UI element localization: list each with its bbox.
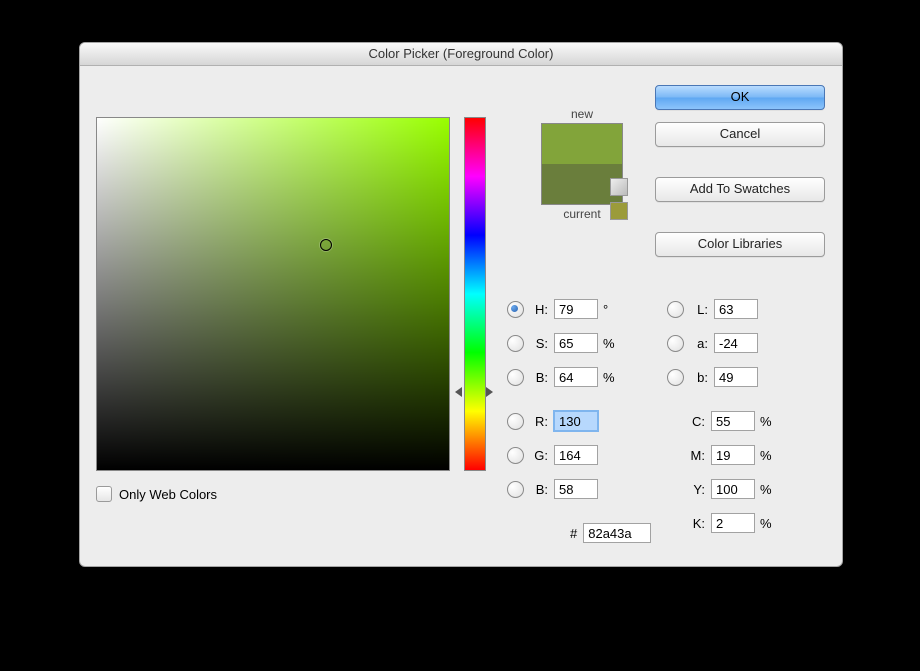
input-hex[interactable] xyxy=(583,523,651,543)
row-r: R: xyxy=(507,408,617,434)
sb-base xyxy=(97,118,449,470)
label-y: Y: xyxy=(687,482,705,497)
label-r: R: xyxy=(530,414,548,429)
color-picker-dialog: Color Picker (Foreground Color) new curr… xyxy=(79,42,843,567)
row-g: G: xyxy=(507,442,617,468)
radio-l[interactable] xyxy=(667,301,684,318)
only-web-colors-checkbox[interactable] xyxy=(96,486,112,502)
preview-mini-icons xyxy=(610,178,630,226)
color-preview: new current xyxy=(507,107,657,221)
unit-m: % xyxy=(760,448,774,463)
sb-cursor[interactable] xyxy=(320,239,332,251)
row-rgb-b: B: xyxy=(507,476,617,502)
titlebar: Color Picker (Foreground Color) xyxy=(80,43,842,66)
row-hex: # xyxy=(507,520,651,546)
label-s: S: xyxy=(530,336,548,351)
row-lab-b: b: xyxy=(667,364,758,390)
input-l[interactable] xyxy=(714,299,758,319)
row-m: M: % xyxy=(687,442,774,468)
row-l: L: xyxy=(667,296,758,322)
radio-hsb-b[interactable] xyxy=(507,369,524,386)
radio-lab-b[interactable] xyxy=(667,369,684,386)
row-y: Y: % xyxy=(687,476,774,502)
unit-y: % xyxy=(760,482,774,497)
color-libraries-button[interactable]: Color Libraries xyxy=(655,232,825,257)
input-g[interactable] xyxy=(554,445,598,465)
radio-s[interactable] xyxy=(507,335,524,352)
saturation-brightness-field[interactable] xyxy=(96,117,450,471)
row-hsb-b: B: % xyxy=(507,364,617,390)
radio-a[interactable] xyxy=(667,335,684,352)
only-web-colors-row: Only Web Colors xyxy=(96,486,217,502)
preview-current-label: current xyxy=(507,207,657,221)
input-m[interactable] xyxy=(711,445,755,465)
label-hsb-b: B: xyxy=(530,370,548,385)
radio-h[interactable] xyxy=(507,301,524,318)
label-l: L: xyxy=(690,302,708,317)
label-g: G: xyxy=(530,448,548,463)
input-c[interactable] xyxy=(711,411,755,431)
dialog-content: new current OK Cancel Add To Swatches Co… xyxy=(80,66,842,96)
hue-arrow-right-icon xyxy=(486,387,493,397)
label-rgb-b: B: xyxy=(530,482,548,497)
input-lab-b[interactable] xyxy=(714,367,758,387)
hue-slider[interactable] xyxy=(464,117,484,469)
hue-gradient xyxy=(464,117,486,471)
label-lab-b: b: xyxy=(690,370,708,385)
row-h: H: ° xyxy=(507,296,617,322)
unit-c: % xyxy=(760,414,774,429)
label-h: H: xyxy=(530,302,548,317)
input-r[interactable] xyxy=(554,411,598,431)
radio-g[interactable] xyxy=(507,447,524,464)
unit-k: % xyxy=(760,516,774,531)
unit-hsb-b: % xyxy=(603,370,617,385)
radio-r[interactable] xyxy=(507,413,524,430)
unit-s: % xyxy=(603,336,617,351)
hue-arrow-left-icon xyxy=(455,387,462,397)
row-c: C: % xyxy=(687,408,774,434)
dialog-title: Color Picker (Foreground Color) xyxy=(369,46,554,61)
cancel-button[interactable]: Cancel xyxy=(655,122,825,147)
button-column: OK Cancel Add To Swatches Color Librarie… xyxy=(655,85,825,269)
label-m: M: xyxy=(687,448,705,463)
sb-black-gradient xyxy=(97,118,449,470)
radio-rgb-b[interactable] xyxy=(507,481,524,498)
input-s[interactable] xyxy=(554,333,598,353)
input-hsb-b[interactable] xyxy=(554,367,598,387)
preview-new-label: new xyxy=(507,107,657,121)
preview-new-swatch[interactable] xyxy=(542,124,622,164)
ok-button[interactable]: OK xyxy=(655,85,825,110)
label-k: K: xyxy=(687,516,705,531)
row-k: K: % xyxy=(687,510,774,536)
row-s: S: % xyxy=(507,330,617,356)
web-safe-swatch-icon[interactable] xyxy=(610,202,628,220)
gamut-warning-icon[interactable] xyxy=(610,178,628,196)
only-web-colors-label: Only Web Colors xyxy=(119,487,217,502)
row-a: a: xyxy=(667,330,758,356)
add-to-swatches-button[interactable]: Add To Swatches xyxy=(655,177,825,202)
label-hex: # xyxy=(570,526,577,541)
unit-h: ° xyxy=(603,302,617,317)
label-c: C: xyxy=(687,414,705,429)
label-a: a: xyxy=(690,336,708,351)
input-y[interactable] xyxy=(711,479,755,499)
input-k[interactable] xyxy=(711,513,755,533)
input-rgb-b[interactable] xyxy=(554,479,598,499)
input-h[interactable] xyxy=(554,299,598,319)
input-a[interactable] xyxy=(714,333,758,353)
